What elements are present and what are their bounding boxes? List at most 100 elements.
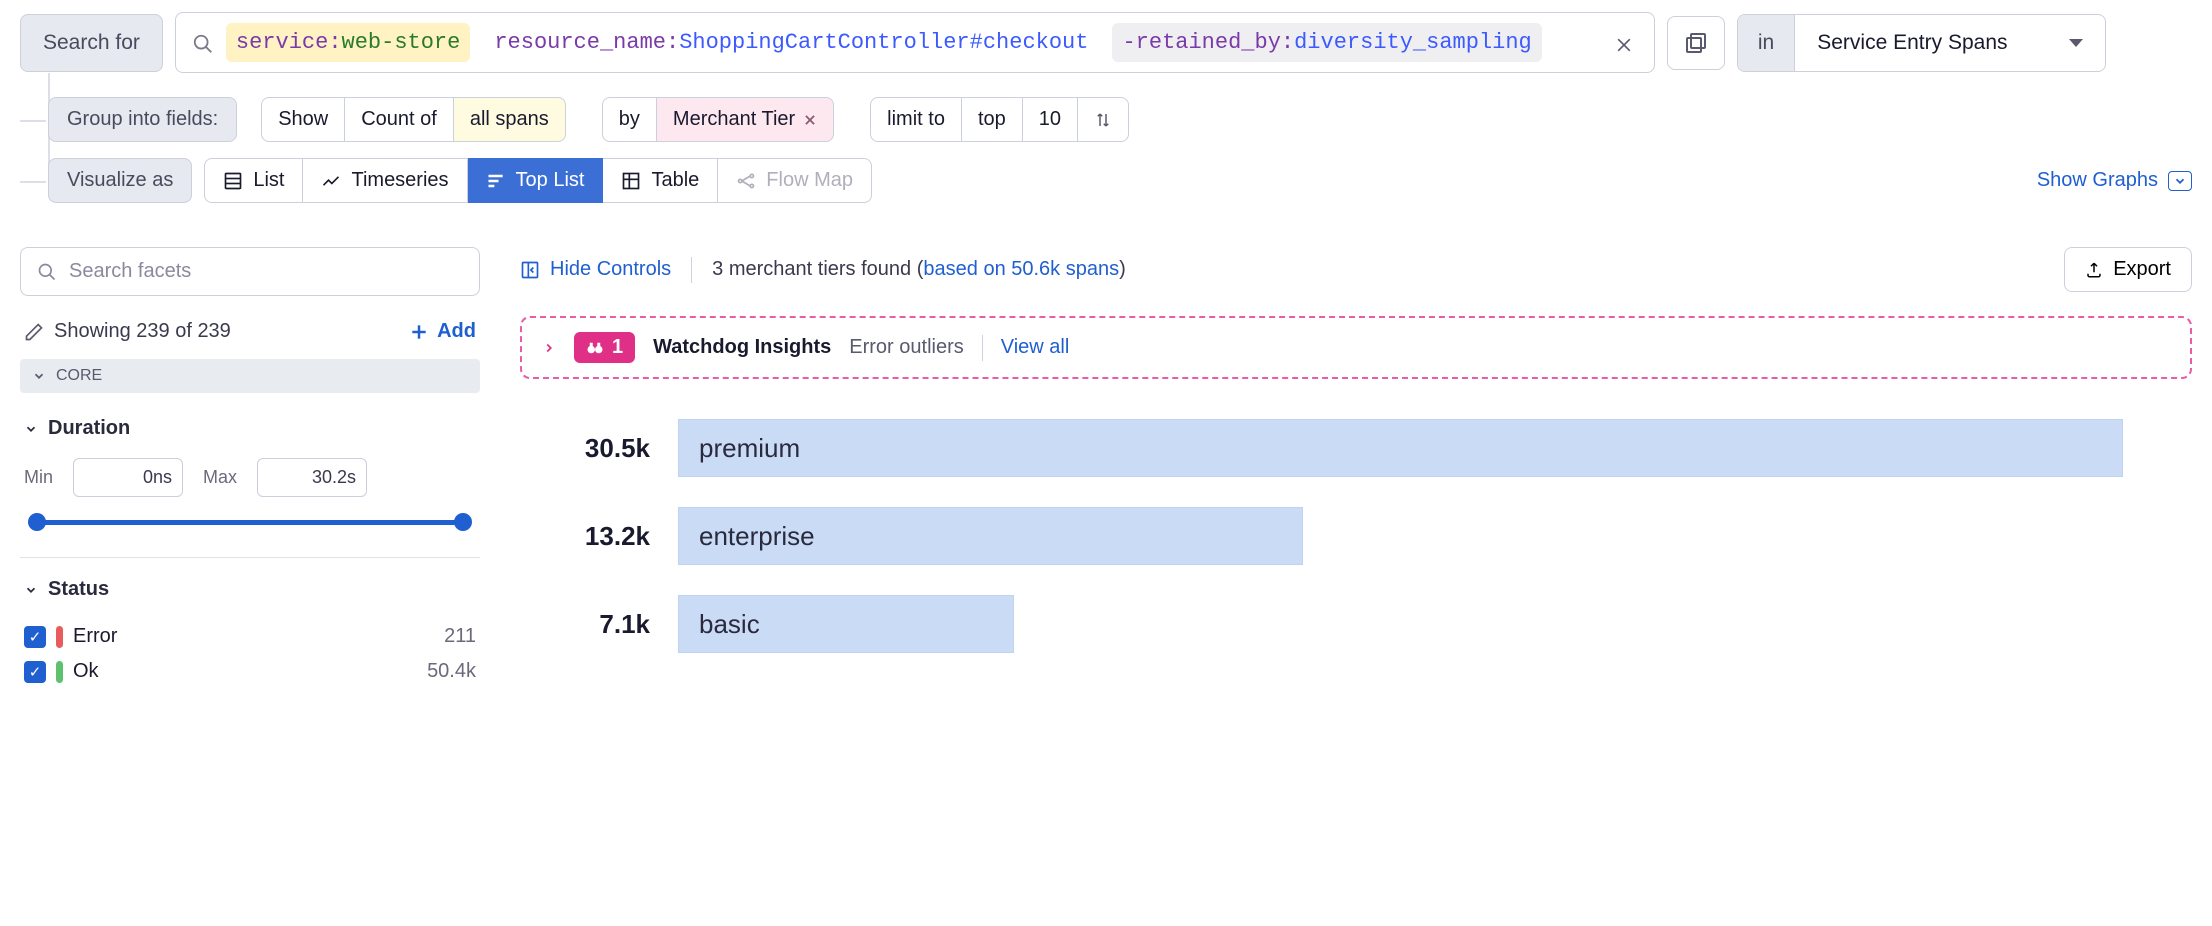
viz-table-label: Table [651, 169, 699, 192]
toplist-bar: premium [678, 419, 2123, 477]
showing-count: Showing 239 of 239 [24, 320, 231, 343]
results-summary: 3 merchant tiers found (based on 50.6k s… [712, 258, 1126, 281]
limit-value[interactable]: 10 [1023, 97, 1078, 142]
checkbox-ok[interactable]: ✓ [24, 661, 46, 683]
slider-knob-max[interactable] [454, 513, 472, 531]
pencil-icon[interactable] [24, 322, 44, 342]
viz-flowmap[interactable]: Flow Map [718, 158, 872, 203]
core-section-header[interactable]: CORE [20, 359, 480, 393]
facet-duration-header[interactable]: Duration [24, 417, 476, 440]
group-label: Group into fields: [48, 97, 237, 142]
viz-table[interactable]: Table [603, 158, 718, 203]
viz-list[interactable]: List [204, 158, 303, 203]
search-query-box[interactable]: service:web-store resource_name:Shopping… [175, 12, 1655, 73]
group-show[interactable]: Show [261, 97, 345, 142]
status-row-error[interactable]: ✓ Error 211 [24, 619, 476, 654]
group-row: Group into fields: Show Count of all spa… [48, 97, 2192, 142]
show-graphs-link[interactable]: Show Graphs [2037, 169, 2192, 192]
status-count-error: 211 [444, 625, 476, 648]
search-tokens[interactable]: service:web-store resource_name:Shopping… [226, 23, 1598, 62]
flowmap-icon [736, 171, 756, 191]
status-label-ok: Ok [73, 660, 99, 683]
scope-select[interactable]: Service Entry Spans [1795, 15, 2105, 71]
toplist-icon [486, 171, 506, 191]
facet-status: Status ✓ Error 211 ✓ Ok 50.4k [20, 578, 480, 689]
table-icon [621, 171, 641, 191]
toplist-row[interactable]: 7.1k basic [540, 595, 2192, 653]
divider [982, 335, 983, 361]
divider [691, 257, 692, 283]
group-countof[interactable]: Count of [345, 97, 454, 142]
timeseries-icon [321, 171, 341, 191]
group-by-label[interactable]: by [602, 97, 657, 142]
search-icon [192, 33, 214, 55]
watchdog-title: Watchdog Insights [653, 336, 831, 359]
facet-status-header[interactable]: Status [24, 578, 476, 601]
remove-dimension-icon[interactable] [803, 113, 817, 127]
duration-min-label: Min [24, 467, 53, 488]
panel-collapse-icon [520, 260, 540, 280]
duration-slider[interactable] [28, 513, 472, 531]
toplist-value: 7.1k [540, 609, 650, 640]
facet-sidebar: Search facets Showing 239 of 239 Add COR… [20, 247, 480, 715]
divider [20, 557, 480, 558]
plus-icon [409, 322, 429, 342]
export-button[interactable]: Export [2064, 247, 2192, 292]
watchdog-subtitle: Error outliers [849, 336, 963, 359]
toplist-chart: 30.5k premium 13.2k enterprise 7.1k basi… [520, 419, 2192, 653]
group-allspans[interactable]: all spans [454, 97, 566, 142]
sort-icon [1094, 111, 1112, 129]
checkbox-error[interactable]: ✓ [24, 626, 46, 648]
toplist-row[interactable]: 30.5k premium [540, 419, 2192, 477]
duration-min-input[interactable] [73, 458, 183, 497]
search-token-retained[interactable]: -retained_by:diversity_sampling [1112, 23, 1541, 62]
chevron-right-icon[interactable] [542, 341, 556, 355]
viz-toplist[interactable]: Top List [468, 158, 604, 203]
clear-search-icon[interactable] [1610, 31, 1638, 59]
toplist-value: 13.2k [540, 521, 650, 552]
facet-search-placeholder: Search facets [69, 260, 191, 283]
group-dimension[interactable]: Merchant Tier [657, 97, 834, 142]
add-facet-button[interactable]: Add [409, 320, 476, 343]
export-icon [2085, 261, 2103, 279]
spans-link[interactable]: based on 50.6k spans [923, 258, 1119, 280]
slider-track [38, 520, 462, 525]
limit-label[interactable]: limit to [870, 97, 962, 142]
sort-button[interactable] [1078, 97, 1129, 142]
slider-knob-min[interactable] [28, 513, 46, 531]
viz-timeseries[interactable]: Timeseries [303, 158, 467, 203]
status-row-ok[interactable]: ✓ Ok 50.4k [24, 654, 476, 689]
limit-top[interactable]: top [962, 97, 1023, 142]
caret-down-icon [2069, 39, 2083, 47]
binoculars-icon [586, 339, 604, 357]
toplist-bar: basic [678, 595, 1014, 653]
core-label: CORE [56, 367, 102, 385]
show-graphs-text: Show Graphs [2037, 169, 2158, 192]
search-token-resource[interactable]: resource_name:ShoppingCartController#che… [484, 23, 1098, 62]
scope-in-label: in [1738, 15, 1795, 71]
saved-views-button[interactable] [1667, 16, 1725, 70]
status-pill-error [56, 626, 63, 648]
facet-duration: Duration Min Max [20, 417, 480, 531]
viz-label: Visualize as [48, 158, 192, 203]
watchdog-badge: 1 [574, 332, 635, 363]
watchdog-viewall-link[interactable]: View all [1001, 336, 1070, 359]
toplist-value: 30.5k [540, 433, 650, 464]
list-icon [223, 171, 243, 191]
viz-toplist-label: Top List [516, 169, 585, 192]
scope-value: Service Entry Spans [1817, 31, 2007, 55]
duration-max-label: Max [203, 467, 237, 488]
search-for-button[interactable]: Search for [20, 14, 163, 72]
scope-selector: in Service Entry Spans [1737, 14, 2106, 72]
toplist-row[interactable]: 13.2k enterprise [540, 507, 2192, 565]
status-count-ok: 50.4k [427, 660, 476, 683]
status-label-error: Error [73, 625, 117, 648]
chevron-down-icon [24, 422, 38, 436]
facet-search-input[interactable]: Search facets [20, 247, 480, 296]
watchdog-banner[interactable]: 1 Watchdog Insights Error outliers View … [520, 316, 2192, 379]
expand-graphs-icon [2168, 171, 2192, 191]
hide-controls-link[interactable]: Hide Controls [520, 258, 671, 281]
toplist-bar: enterprise [678, 507, 1303, 565]
duration-max-input[interactable] [257, 458, 367, 497]
search-token-service[interactable]: service:web-store [226, 23, 470, 62]
